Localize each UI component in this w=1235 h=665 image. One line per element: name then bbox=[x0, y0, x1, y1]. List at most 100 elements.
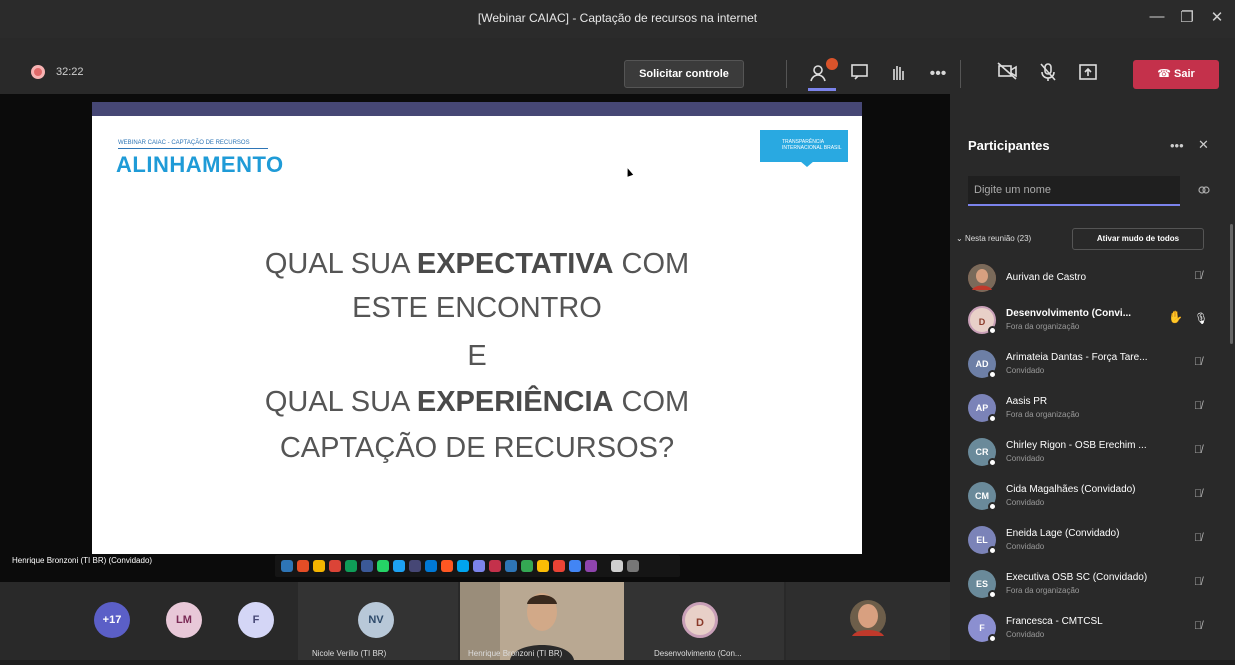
share-icon[interactable] bbox=[1076, 62, 1100, 86]
close-icon[interactable]: ✕ bbox=[1198, 137, 1209, 153]
taskbar-app-icon bbox=[409, 560, 421, 572]
status-icon bbox=[988, 414, 997, 423]
title-bar: [Webinar CAIAC] - Captação de recursos n… bbox=[0, 0, 1235, 38]
slide-text: QUAL SUA bbox=[264, 248, 417, 280]
status-icon bbox=[988, 502, 997, 511]
participant-row[interactable]: EL Eneida Lage (Convidado) Convidado 🎙̸ bbox=[950, 522, 1235, 564]
participant-role: Fora da organização bbox=[1006, 586, 1080, 595]
participant-row[interactable]: ES Executiva OSB SC (Convidado) Fora da … bbox=[950, 566, 1235, 608]
taskbar-app-icon bbox=[553, 560, 565, 572]
logo-tail bbox=[800, 161, 814, 167]
mouse-cursor-icon bbox=[624, 167, 634, 177]
participant-row[interactable]: AD Arimateia Dantas - Força Tare... Conv… bbox=[950, 346, 1235, 388]
close-window-button[interactable]: ✕ bbox=[1206, 8, 1228, 26]
mic-muted-icon: 🎙̸ bbox=[1194, 488, 1203, 500]
mic-muted-icon: 🎙̸ bbox=[1194, 270, 1203, 282]
participant-row[interactable]: F Francesca - CMTCSL Convidado 🎙̸ bbox=[950, 610, 1235, 652]
meeting-section-label[interactable]: ⌄ Nesta reunião (23) bbox=[956, 234, 1031, 243]
panel-title: Participantes bbox=[968, 138, 1050, 153]
video-off-icon[interactable] bbox=[996, 62, 1020, 86]
chevron-down-icon: ⌄ bbox=[956, 234, 965, 243]
participant-role: Convidado bbox=[1006, 454, 1045, 463]
raised-hand-icon: ✋ bbox=[1168, 310, 1183, 324]
participant-name: Henrique Bronzoni (TI BR) bbox=[468, 649, 563, 658]
raise-hand-icon[interactable] bbox=[886, 62, 910, 86]
video-gallery: +17 LM F NV Nicole Verillo (TI BR) Henri… bbox=[0, 582, 950, 660]
mic-muted-icon: 🎙̸ bbox=[1194, 400, 1203, 412]
slide-emphasis: EXPERIÊNCIA bbox=[416, 386, 614, 418]
call-control-bar: 32:22 Solicitar controle ••• ☎ Sair bbox=[0, 38, 1235, 94]
participant-row[interactable]: D Desenvolvimento (Convi... Fora da orga… bbox=[950, 302, 1235, 344]
slide-line-1: QUAL SUA EXPECTATIVA COM bbox=[92, 248, 862, 281]
mute-all-button[interactable]: Ativar mudo de todos bbox=[1072, 228, 1204, 250]
chat-icon[interactable] bbox=[848, 62, 872, 86]
participant-tile[interactable]: D Desenvolvimento (Con... bbox=[624, 582, 784, 660]
taskbar-app-icon bbox=[345, 560, 357, 572]
participant-row[interactable]: CR Chirley Rigon - OSB Erechim ... Convi… bbox=[950, 434, 1235, 476]
recording-icon bbox=[31, 65, 45, 79]
participant-row[interactable]: Aurivan de Castro 🎙̸ bbox=[950, 260, 1235, 302]
participant-name: Nicole Verillo (TI BR) bbox=[312, 649, 387, 658]
slide-line-2: ESTE ENCONTRO bbox=[352, 292, 602, 324]
minimize-button[interactable]: — bbox=[1146, 8, 1168, 25]
status-icon bbox=[988, 370, 997, 379]
participants-badge bbox=[826, 58, 838, 70]
presenter-app-bar bbox=[92, 102, 862, 116]
participant-tile[interactable]: NV Nicole Verillo (TI BR) bbox=[298, 582, 458, 660]
section-label-text: Nesta reunião (23) bbox=[964, 234, 1032, 243]
call-timer: 32:22 bbox=[56, 66, 84, 78]
slide-text: QUAL SUA bbox=[264, 386, 417, 418]
taskbar-app-icon bbox=[585, 560, 597, 572]
mic-muted-icon: 🎙̸ bbox=[1194, 620, 1203, 632]
organization-logo: TRANSPARÊNCIA INTERNACIONAL BRASIL bbox=[760, 130, 848, 167]
taskbar-app-icon bbox=[537, 560, 549, 572]
slide-heading: ALINHAMENTO bbox=[116, 152, 284, 177]
taskbar-app-icon bbox=[361, 560, 373, 572]
slide-emphasis: EXPECTATIVA bbox=[416, 248, 614, 280]
participant-search-input[interactable]: Digite um nome bbox=[968, 176, 1180, 206]
shared-screen: WEBINAR CAIAC - CAPTAÇÃO DE RECURSOS ALI… bbox=[0, 94, 950, 582]
status-icon bbox=[988, 458, 997, 467]
leave-button[interactable]: ☎ Sair bbox=[1133, 60, 1219, 89]
participant-photo bbox=[850, 600, 886, 636]
participant-row[interactable]: CM Cida Magalhães (Convidado) Convidado … bbox=[950, 478, 1235, 520]
status-icon bbox=[988, 590, 997, 599]
panel-more-icon[interactable]: ••• bbox=[1170, 138, 1184, 153]
taskbar-app-icon bbox=[627, 560, 639, 572]
mic-muted-icon: 🎙̸ bbox=[1194, 532, 1203, 544]
participant-name: Desenvolvimento (Con... bbox=[654, 649, 742, 658]
participant-role: Convidado bbox=[1006, 542, 1045, 551]
participant-avatar[interactable]: LM bbox=[166, 602, 202, 638]
participant-video-tile[interactable]: Henrique Bronzoni (TI BR) bbox=[460, 582, 624, 660]
request-control-button[interactable]: Solicitar controle bbox=[624, 60, 744, 88]
mic-muted-icon: 🎙̸ bbox=[1194, 356, 1203, 368]
participant-avatar: D bbox=[682, 602, 718, 638]
participant-name: Francesca - CMTCSL bbox=[1006, 616, 1103, 627]
mic-on-icon: 🎙 bbox=[1194, 313, 1208, 325]
overflow-participants-button[interactable]: +17 bbox=[94, 602, 130, 638]
participant-avatar: NV bbox=[358, 602, 394, 638]
participant-name: Executiva OSB SC (Convidado) bbox=[1006, 572, 1148, 583]
participant-avatar[interactable]: F bbox=[238, 602, 274, 638]
logo-text: TRANSPARÊNCIA INTERNACIONAL BRASIL bbox=[782, 139, 842, 151]
presentation-slide: WEBINAR CAIAC - CAPTAÇÃO DE RECURSOS ALI… bbox=[92, 116, 862, 554]
taskbar-app-icon bbox=[329, 560, 341, 572]
participant-name: Desenvolvimento (Convi... bbox=[1006, 308, 1132, 319]
taskbar-app-icon bbox=[489, 560, 501, 572]
taskbar-app-icon bbox=[425, 560, 437, 572]
taskbar-app-icon bbox=[611, 560, 623, 572]
more-options-icon[interactable]: ••• bbox=[926, 62, 950, 86]
participant-row[interactable]: AP Aasis PR Fora da organização 🎙̸ bbox=[950, 390, 1235, 432]
mic-off-icon[interactable] bbox=[1036, 62, 1060, 86]
participant-tile[interactable] bbox=[786, 582, 950, 660]
shared-screen-taskbar bbox=[275, 555, 680, 577]
hang-up-icon: ☎ bbox=[1157, 68, 1174, 80]
participant-role: Convidado bbox=[1006, 630, 1045, 639]
participant-role: Convidado bbox=[1006, 498, 1045, 507]
taskbar-app-icon bbox=[297, 560, 309, 572]
active-tab-indicator bbox=[808, 88, 836, 91]
participant-name: Chirley Rigon - OSB Erechim ... bbox=[1006, 440, 1147, 451]
participant-photo-avatar bbox=[968, 264, 996, 292]
maximize-button[interactable]: ❐ bbox=[1176, 8, 1198, 26]
share-invite-icon[interactable] bbox=[1198, 184, 1210, 199]
